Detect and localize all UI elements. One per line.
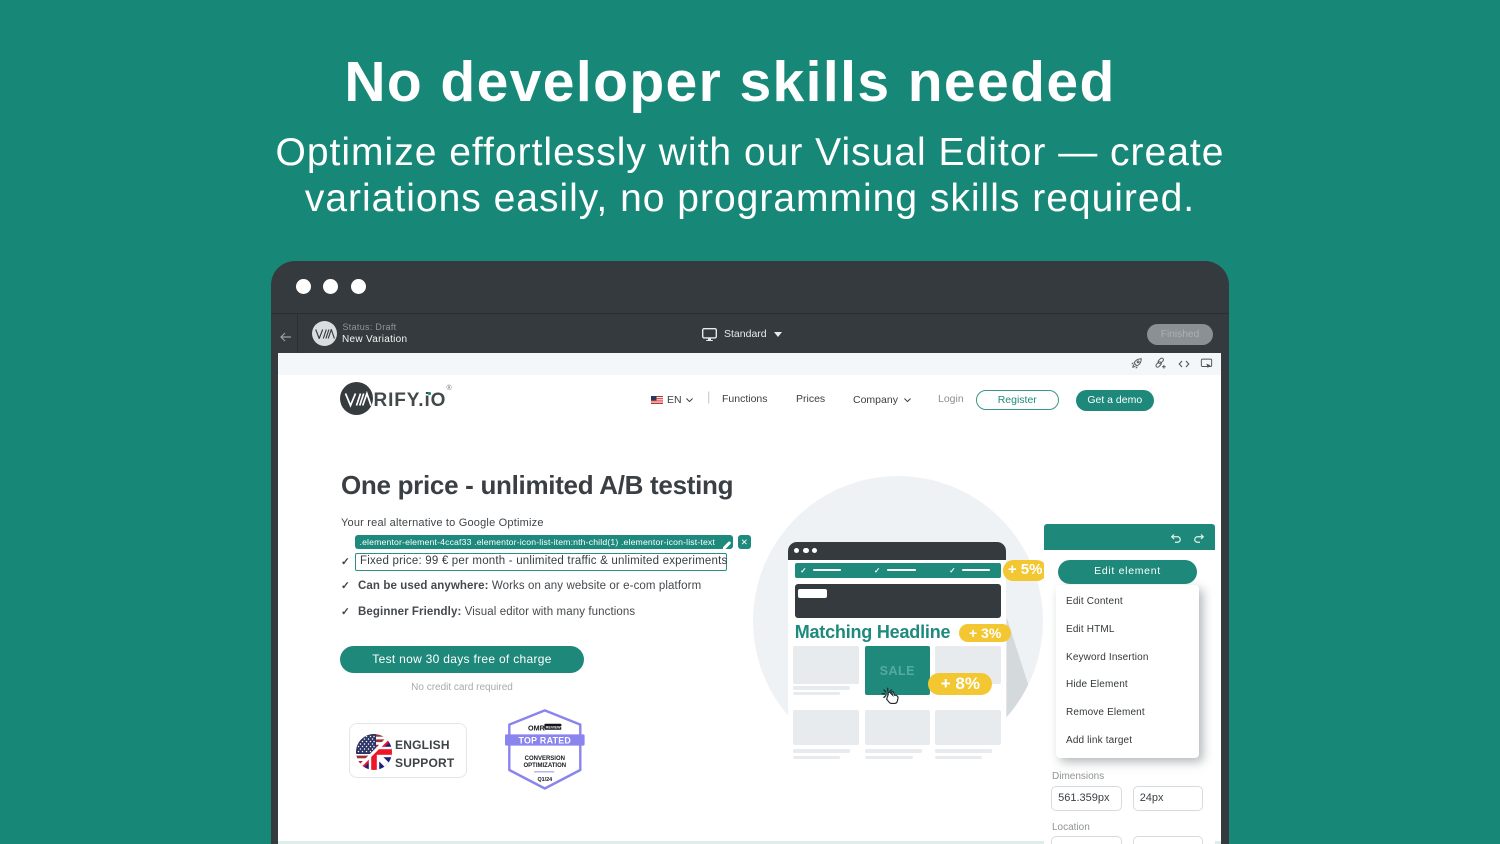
svg-text:REVIEWS: REVIEWS xyxy=(546,725,564,729)
svg-text:OPTIMIZATION: OPTIMIZATION xyxy=(524,763,567,769)
svg-text:OMR: OMR xyxy=(528,724,546,733)
svg-text:CONVERSION: CONVERSION xyxy=(525,756,565,762)
svg-text:Q1/24: Q1/24 xyxy=(537,777,552,783)
svg-text:TOP RATED: TOP RATED xyxy=(519,736,572,746)
